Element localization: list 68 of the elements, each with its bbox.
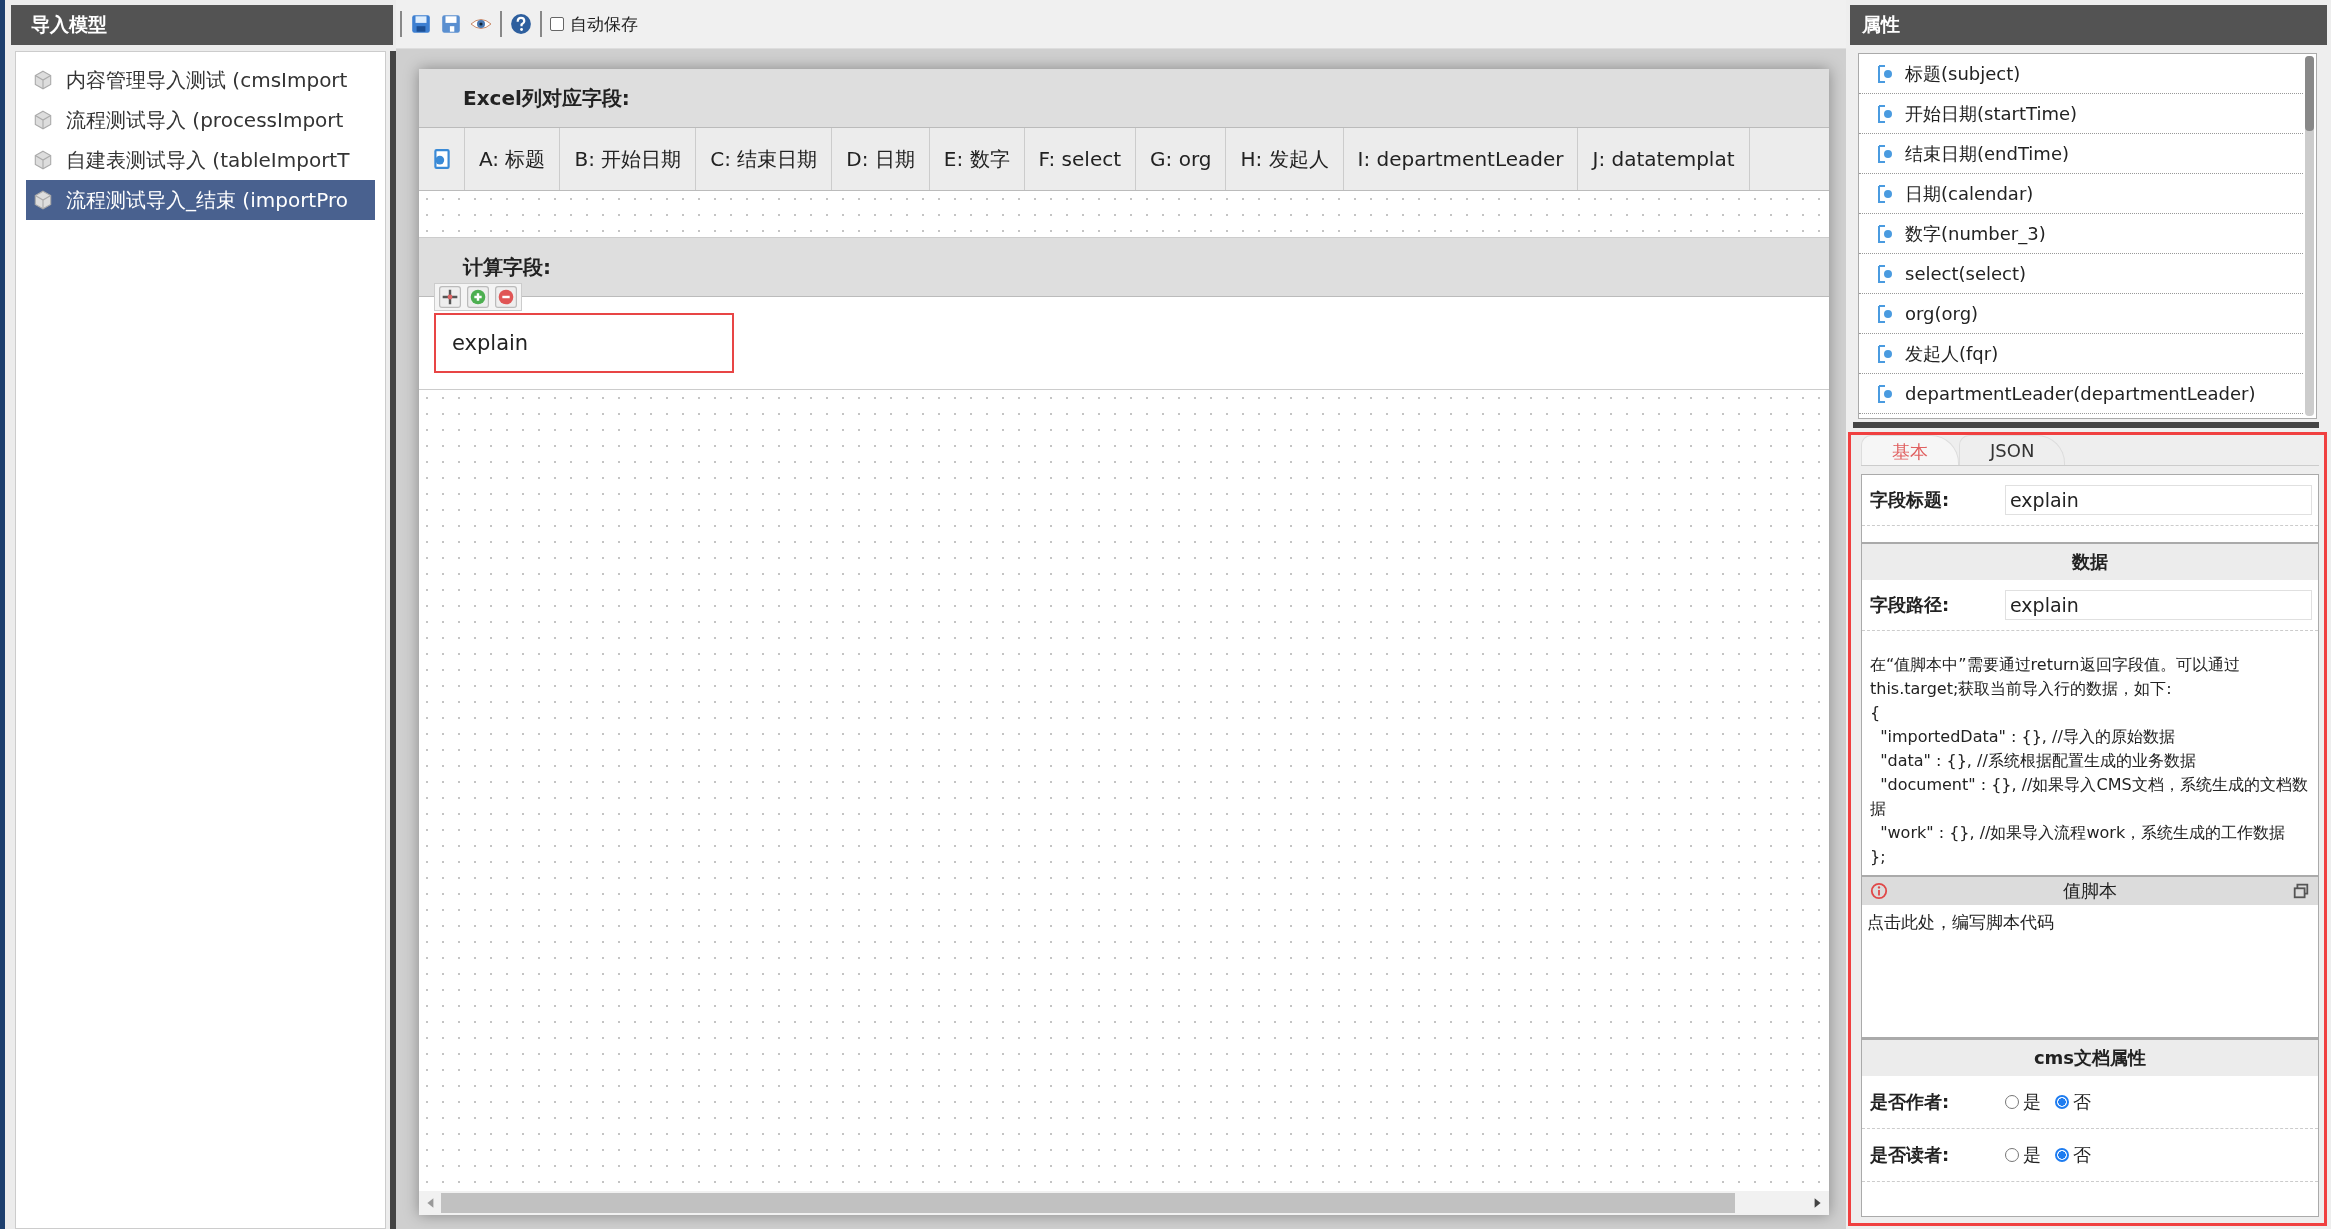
field-item[interactable]: 发起人(fqr) [1859, 334, 2303, 374]
field-item[interactable]: select(select) [1859, 254, 2303, 294]
field-item[interactable]: org(org) [1859, 294, 2303, 334]
field-label: 是否作者: [1870, 1090, 1951, 1114]
column-header[interactable]: E: 数字 [929, 128, 1025, 190]
cube-icon [32, 69, 54, 91]
cube-icon [32, 189, 54, 211]
column-header[interactable]: A: 标题 [465, 128, 561, 190]
column-header[interactable]: H: 发起人 [1226, 128, 1344, 190]
radio-option[interactable]: 是 [2005, 1090, 2041, 1114]
save-as-icon[interactable] [440, 13, 462, 35]
model-item[interactable]: 内容管理导入测试 (cmsImport [26, 60, 375, 100]
radio-option[interactable]: 是 [2005, 1143, 2041, 1167]
document-icon [1877, 262, 1893, 285]
column-header[interactable]: D: 日期 [832, 128, 930, 190]
section-title: 计算字段: [463, 253, 551, 281]
input-field[interactable]: explain [2005, 590, 2312, 620]
scrollbar-thumb[interactable] [441, 1193, 1735, 1213]
save-icon[interactable] [410, 13, 432, 35]
document-icon [1877, 62, 1893, 85]
field-item[interactable]: 数字(number_3) [1859, 214, 2303, 254]
cube-icon [32, 109, 54, 131]
model-item[interactable]: 自建表测试导入 (tableImportT [26, 140, 375, 180]
column-header[interactable]: F: select [1024, 128, 1137, 190]
document-icon [1877, 382, 1893, 405]
input-field[interactable]: explain [2005, 485, 2312, 515]
field-item[interactable]: 日期(calendar) [1859, 174, 2303, 214]
field-item[interactable]: 开始日期(startTime) [1859, 94, 2303, 134]
autosave-checkbox[interactable]: 自动保存 [550, 12, 638, 36]
info-icon [1870, 882, 1888, 900]
tab[interactable]: JSON [1959, 435, 2066, 465]
scrollbar[interactable] [390, 51, 396, 1229]
field-label: 是否读者: [1870, 1143, 1951, 1167]
section-header: 数据 [1862, 542, 2318, 580]
help-icon[interactable] [510, 13, 532, 35]
document-icon [1877, 102, 1893, 125]
field-item[interactable]: 标题(subject) [1859, 54, 2303, 94]
remove-icon[interactable] [495, 286, 517, 308]
panel-title: 导入模型 [11, 5, 393, 45]
column-header[interactable]: C: 结束日期 [696, 128, 833, 190]
document-icon [1877, 342, 1893, 365]
move-icon[interactable] [439, 286, 461, 308]
column-header[interactable]: G: org [1136, 128, 1227, 190]
column-header[interactable]: B: 开始日期 [560, 128, 697, 190]
document-icon [1877, 182, 1893, 205]
radio-option[interactable]: 否 [2055, 1143, 2091, 1167]
field-label: 字段路径: [1870, 593, 1951, 617]
calc-field[interactable]: explain [434, 313, 734, 373]
document-icon [1877, 302, 1893, 325]
panel-title: 属性 [1850, 5, 2327, 45]
document-icon [1877, 222, 1893, 245]
field-item[interactable]: 结束日期(endTime) [1859, 134, 2303, 174]
scrollbar-thumb[interactable] [2305, 56, 2314, 131]
section-header: cms文档属性 [1862, 1038, 2318, 1076]
column-header[interactable]: J: datatemplat [1578, 128, 1750, 190]
model-item[interactable]: 流程测试导入_结束 (importPro [26, 180, 375, 220]
section-title: Excel列对应字段: [463, 84, 630, 112]
script-title: 值脚本 [2062, 879, 2118, 903]
help-text: 在“值脚本中”需要通过return返回字段值。可以通过this.target;获取当前导入行的数据，如下: { "importedData" : {}, //导入的原始数据 "data" : {}, //系统根据配置生成的业务数据 "document" : {}, //如果导入CMS文档，系统生成的文档数据 "work" : {}, //如果导入流程work，系统生成的工作数据 }; [1869, 654, 2309, 868]
field-label: 字段标题: [1870, 488, 1951, 512]
add-icon[interactable] [467, 286, 489, 308]
window-icon[interactable] [2292, 882, 2310, 900]
radio-option[interactable]: 否 [2055, 1090, 2091, 1114]
cube-icon [32, 149, 54, 171]
column-header[interactable]: I: departmentLeader [1343, 128, 1579, 190]
field-item[interactable]: departmentLeader(departmentLeader) [1859, 374, 2303, 414]
model-item[interactable]: 流程测试导入 (processImport [26, 100, 375, 140]
document-icon [1877, 142, 1893, 165]
